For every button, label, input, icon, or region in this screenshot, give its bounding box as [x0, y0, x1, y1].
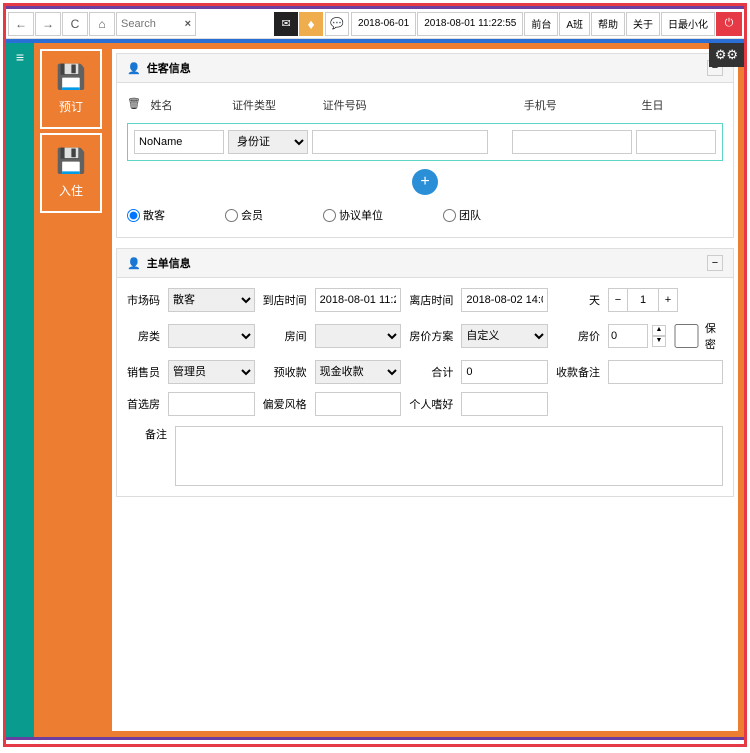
search-input[interactable] — [121, 18, 191, 30]
lbl-room: 房间 — [263, 328, 307, 344]
guest-panel: 👤 住客信息 − 🗑 姓名 证件类型 证件号码 手机号 生日 — [116, 53, 734, 238]
remark-textarea[interactable] — [175, 426, 723, 486]
link-help[interactable]: 帮助 — [591, 12, 625, 36]
idtype-select[interactable]: 身份证 — [228, 130, 308, 154]
user-icon: 👤 — [127, 62, 141, 75]
price-down[interactable]: ▼ — [652, 336, 666, 347]
save-icon: 💾 — [42, 147, 100, 176]
tile-reserve-label: 预订 — [59, 100, 83, 114]
idnum-input[interactable] — [312, 130, 488, 154]
notification-icon[interactable]: ♦ — [299, 12, 323, 36]
leave-input[interactable] — [461, 288, 548, 312]
home-button[interactable]: ⌂ — [89, 12, 115, 36]
tile-checkin[interactable]: 💾 入住 — [40, 133, 102, 213]
hdr-bday: 生日 — [641, 97, 723, 113]
refresh-button[interactable]: C — [62, 12, 88, 36]
tile-reserve[interactable]: 💾 预订 — [40, 49, 102, 129]
arrive-input[interactable] — [315, 288, 402, 312]
link-frontdesk[interactable]: 前台 — [524, 12, 558, 36]
power-icon[interactable]: ⏻ — [716, 12, 742, 36]
lbl-price: 房价 — [556, 328, 600, 344]
guest-panel-title: 住客信息 — [147, 60, 191, 76]
lbl-leave: 离店时间 — [409, 292, 453, 308]
tile-checkin-label: 入住 — [59, 184, 83, 198]
lbl-remark: 备注 — [127, 426, 167, 442]
date-now: 2018-08-01 11:22:55 — [417, 12, 523, 36]
prefroom-input[interactable] — [168, 392, 255, 416]
user-icon: 👤 — [127, 257, 141, 270]
phone-input[interactable] — [512, 130, 632, 154]
back-button[interactable]: ← — [8, 12, 34, 36]
room-select[interactable] — [315, 324, 402, 348]
rtype-select[interactable] — [168, 324, 255, 348]
hobby-input[interactable] — [461, 392, 548, 416]
plan-select[interactable]: 自定义 — [461, 324, 548, 348]
lbl-plan: 房价方案 — [409, 328, 453, 344]
add-guest-button[interactable]: + — [412, 169, 438, 195]
order-panel: 👤 主单信息 − 市场码 散客 到店时间 离店时间 天 − — [116, 248, 734, 497]
days-plus-button[interactable]: + — [658, 288, 678, 312]
style-input[interactable] — [315, 392, 402, 416]
radio-agreement[interactable]: 协议单位 — [323, 207, 383, 223]
save-icon: 💾 — [42, 63, 100, 92]
link-shift[interactable]: A班 — [559, 12, 590, 36]
chat-icon[interactable]: 💬 — [325, 12, 349, 36]
lbl-paynote: 收款备注 — [556, 364, 600, 380]
radio-member[interactable]: 会员 — [225, 207, 263, 223]
forward-button[interactable]: → — [35, 12, 61, 36]
days-input[interactable] — [628, 288, 658, 312]
market-select[interactable]: 散客 — [168, 288, 255, 312]
paynote-input[interactable] — [608, 360, 723, 384]
link-minimize[interactable]: 日最小化 — [661, 12, 715, 36]
date-start: 2018-06-01 — [351, 12, 416, 36]
lbl-hobby: 个人嗜好 — [409, 396, 453, 412]
name-input[interactable] — [134, 130, 224, 154]
left-menu-strip: ≡ — [6, 43, 34, 737]
hdr-idnum: 证件号码 — [323, 97, 504, 113]
hdr-idtype: 证件类型 — [232, 97, 323, 113]
total-input[interactable] — [461, 360, 548, 384]
days-minus-button[interactable]: − — [608, 288, 628, 312]
radio-individual[interactable]: 散客 — [127, 207, 165, 223]
lbl-total: 合计 — [409, 364, 453, 380]
hamburger-icon[interactable]: ≡ — [6, 43, 34, 71]
lbl-days: 天 — [556, 292, 600, 308]
hdr-name: 姓名 — [151, 97, 233, 113]
price-up[interactable]: ▲ — [652, 325, 666, 336]
search-box[interactable]: × — [116, 12, 196, 36]
guest-row: 身份证 — [127, 123, 723, 161]
sales-select[interactable]: 管理员 — [168, 360, 255, 384]
lbl-prefroom: 首选房 — [127, 396, 160, 412]
order-panel-title: 主单信息 — [147, 255, 191, 271]
search-clear-icon[interactable]: × — [185, 18, 191, 30]
price-input[interactable] — [608, 324, 648, 348]
lbl-arrive: 到店时间 — [263, 292, 307, 308]
radio-group[interactable]: 团队 — [443, 207, 481, 223]
hdr-phone: 手机号 — [524, 97, 642, 113]
top-toolbar: ← → C ⌂ × ✉ ♦ 💬 2018-06-01 2018-08-01 11… — [6, 9, 744, 39]
lbl-rtype: 房类 — [127, 328, 160, 344]
trash-icon: 🗑 — [127, 97, 151, 113]
collapse-button[interactable]: − — [707, 255, 723, 271]
lbl-prepay: 预收款 — [263, 364, 307, 380]
bday-input[interactable] — [636, 130, 716, 154]
secret-checkbox[interactable]: 保密 — [670, 320, 723, 352]
prepay-select[interactable]: 现金收款 — [315, 360, 402, 384]
mail-icon[interactable]: ✉ — [274, 12, 298, 36]
lbl-sales: 销售员 — [127, 364, 160, 380]
link-about[interactable]: 关于 — [626, 12, 660, 36]
lbl-style: 偏爱风格 — [263, 396, 307, 412]
lbl-market: 市场码 — [127, 292, 160, 308]
gear-icon[interactable]: ⚙⚙ — [709, 43, 744, 67]
